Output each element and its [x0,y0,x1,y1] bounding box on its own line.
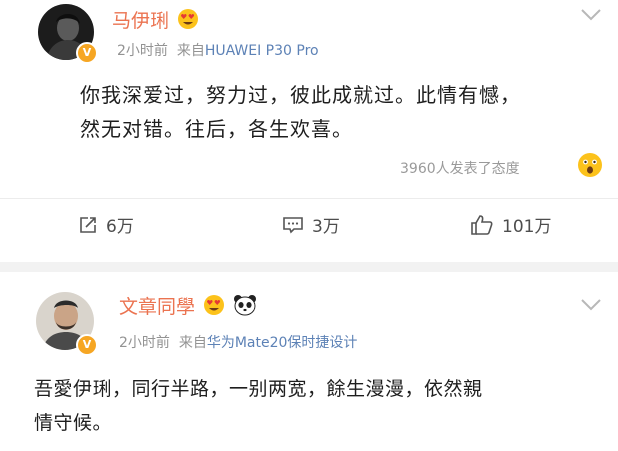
post-text-line: 情守候。 [34,412,113,434]
post-card-mayili: V 马伊琍 2小时前 来自HUAWEI P30 Pro 你我深爱过，努力过，彼此… [0,0,618,262]
post-text-line: 你我深爱过，努力过，彼此成就过。此情有憾， [80,83,521,107]
attitude-text: 3960人发表了态度 [400,161,520,177]
source-link[interactable]: 华为Mate20保时捷设计 [207,335,358,351]
post-card-wenzhang: V 文章同學 2小时前 来自华为Mate20保时捷设计 吾愛伊琍，同行半路，一别… [0,272,618,451]
verified-badge-icon: V [76,334,98,356]
chevron-down-icon[interactable] [580,8,602,22]
post-text: 吾愛伊琍，同行半路，一别两宽，餘生漫漫，依然親 情守候。 [34,372,609,440]
post-text: 你我深爱过，努力过，彼此成就过。此情有憾， 然无对错。往后，各生欢喜。 [80,78,600,146]
comment-button[interactable]: 3万 [282,212,340,237]
post-meta: 2小时前 来自HUAWEI P30 Pro [117,40,319,60]
post-meta: 2小时前 来自华为Mate20保时捷设计 [119,332,357,352]
author-name[interactable]: 马伊琍 [112,6,199,35]
source-prefix: 来自 [178,335,207,351]
source-link[interactable]: HUAWEI P30 Pro [205,43,319,59]
post-time: 2小时前 [119,335,170,351]
author-name[interactable]: 文章同學 [119,292,257,321]
chevron-down-icon[interactable] [580,298,602,312]
panda-emoji-icon [233,294,257,321]
repost-count: 6万 [106,217,134,237]
comment-icon [283,216,303,233]
thumbs-up-icon [471,214,493,235]
source-prefix: 来自 [176,43,205,59]
like-button[interactable]: 101万 [470,212,551,237]
divider [0,198,618,199]
verified-badge-icon: V [76,42,98,64]
surprised-face-icon [578,153,602,177]
heart-eyes-emoji-icon [177,8,199,35]
heart-eyes-emoji-icon [203,294,225,321]
repost-icon [80,216,96,233]
attitude-summary[interactable]: 3960人发表了态度 [400,158,520,178]
like-count: 101万 [502,217,552,237]
repost-button[interactable]: 6万 [78,212,134,237]
comment-count: 3万 [312,217,340,237]
post-text-line: 吾愛伊琍，同行半路，一别两宽，餘生漫漫，依然親 [34,378,483,400]
post-time: 2小时前 [117,43,168,59]
post-text-line: 然无对错。往后，各生欢喜。 [80,117,353,141]
